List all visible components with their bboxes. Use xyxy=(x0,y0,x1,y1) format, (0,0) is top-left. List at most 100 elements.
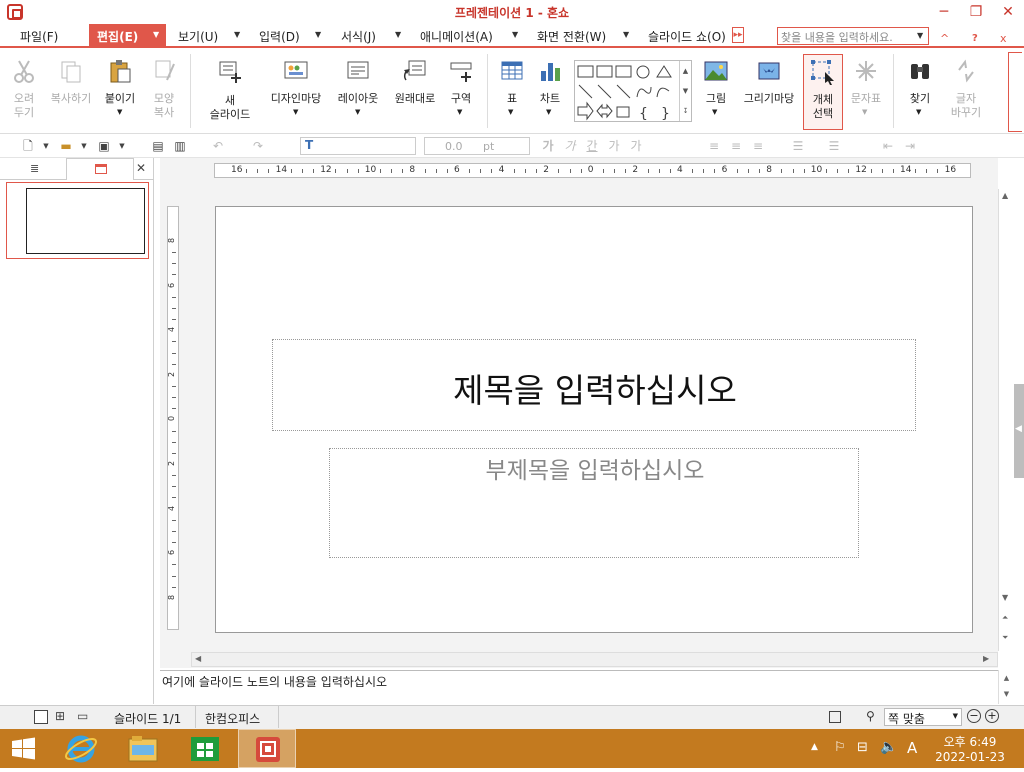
presentation-app-icon[interactable] xyxy=(238,729,296,768)
zoom-icon[interactable]: ⚲ xyxy=(866,709,875,723)
open-folder-icon[interactable]: ▬ xyxy=(58,138,74,154)
subtitle-placeholder[interactable]: 부제목을 입력하십시오 xyxy=(329,448,859,558)
clock-date[interactable]: 2022-01-23 xyxy=(930,750,1010,764)
copy-button[interactable]: 복사하기 xyxy=(46,48,96,134)
start-button[interactable] xyxy=(0,729,46,768)
align-center-icon[interactable]: ≡ xyxy=(728,138,744,154)
slide-sorter-icon[interactable]: ⊞ xyxy=(55,709,65,723)
scroll-down-icon[interactable]: ▼ xyxy=(1002,593,1008,602)
file-explorer-icon[interactable] xyxy=(120,729,166,768)
font-size-input[interactable]: 0.0 pt xyxy=(424,137,530,155)
collapse-ribbon-icon[interactable]: ^ xyxy=(940,32,949,45)
bold-icon[interactable]: 가 xyxy=(540,138,556,154)
cut-button[interactable]: 오려 두기 xyxy=(2,48,46,134)
app-icon[interactable] xyxy=(7,4,23,20)
close-button[interactable]: ✕ xyxy=(992,0,1024,24)
slideshow-view-icon[interactable]: ▭ xyxy=(77,709,88,723)
chevron-down-icon[interactable]: ▼ xyxy=(38,138,54,154)
outline-tab-icon[interactable]: ≣ xyxy=(30,162,44,175)
chevron-down-icon[interactable]: ▼ xyxy=(395,30,401,39)
paste-button[interactable]: 붙이기 ▼ xyxy=(98,48,142,134)
ribbon-more[interactable] xyxy=(1008,52,1022,132)
store-icon[interactable] xyxy=(182,729,228,768)
shapes-scroll[interactable]: ▲ ▼ ↧ xyxy=(679,61,691,121)
scroll-right-icon[interactable]: ▶ xyxy=(983,654,989,663)
picture-button[interactable]: 그림 ▼ xyxy=(698,48,734,134)
save-icon[interactable]: ▣ xyxy=(96,138,112,154)
bullets-icon[interactable]: ☰ xyxy=(826,138,842,154)
chevron-down-icon[interactable]: ▼ xyxy=(234,30,240,39)
normal-view-icon[interactable] xyxy=(34,710,48,724)
slides-tab[interactable] xyxy=(66,158,134,180)
menu-animation[interactable]: 애니메이션(A) xyxy=(420,28,493,45)
chevron-down-icon[interactable]: ▼ xyxy=(114,138,130,154)
zoom-select[interactable]: 쪽 맞춤 ▼ xyxy=(884,708,962,726)
side-panel-toggle[interactable]: ◀ xyxy=(1014,384,1024,478)
scroll-left-icon[interactable]: ◀ xyxy=(195,654,201,663)
menu-edit[interactable]: 편집(E) ▼ xyxy=(89,24,166,48)
chevron-down-icon[interactable]: ▼ xyxy=(76,138,92,154)
undo-icon[interactable]: ↶ xyxy=(210,138,226,154)
volume-icon[interactable]: 🔈 xyxy=(880,739,897,755)
notes-pane[interactable]: 여기에 슬라이드 노트의 내용을 입력하십시오 xyxy=(160,670,998,704)
close-document-icon[interactable]: x xyxy=(1000,32,1007,45)
align-right-icon[interactable]: ≡ xyxy=(750,138,766,154)
menu-view[interactable]: 보기(U) xyxy=(178,28,218,45)
numbering-icon[interactable]: ☰ xyxy=(790,138,806,154)
zoom-out-icon[interactable]: − xyxy=(967,709,981,723)
notes-scrollbar[interactable]: ▲ ▼ xyxy=(998,670,1014,704)
fit-window-icon[interactable] xyxy=(829,711,841,723)
menu-transition[interactable]: 화면 전환(W) xyxy=(537,28,606,45)
chevron-down-icon[interactable]: ▼ xyxy=(623,30,629,39)
format-copy-button[interactable]: 모양 복사 xyxy=(142,48,186,134)
drawing-button[interactable]: 그리기마당 xyxy=(736,48,802,134)
menu-slideshow[interactable]: 슬라이드 쇼(O) xyxy=(648,28,726,45)
print-preview-icon[interactable]: ▥ xyxy=(172,138,188,154)
slide-thumbnail[interactable] xyxy=(6,182,149,259)
ime-indicator[interactable]: A xyxy=(907,739,917,757)
underline-icon[interactable]: 간 xyxy=(584,138,600,154)
help-icon[interactable]: ? xyxy=(972,33,978,44)
next-slide-icon[interactable]: ⏷ xyxy=(1002,633,1008,643)
font-name-select[interactable]: T xyxy=(300,137,416,155)
chevron-down-icon[interactable]: ▼ xyxy=(315,30,321,39)
scroll-up-icon[interactable]: ▲ xyxy=(1002,191,1008,200)
redo-icon[interactable]: ↷ xyxy=(250,138,266,154)
replace-button[interactable]: 글자 바꾸기 xyxy=(944,48,988,134)
restore-button[interactable]: ❐ xyxy=(960,0,992,24)
show-hidden-icons[interactable]: ▲ xyxy=(811,742,818,752)
section-button[interactable]: 구역 ▼ xyxy=(444,48,478,134)
strikethrough-icon[interactable]: 가 xyxy=(606,138,622,154)
search-dropdown-icon[interactable]: ▼ xyxy=(917,31,923,40)
horizontal-scrollbar[interactable]: ◀ ▶ xyxy=(191,652,998,667)
internet-explorer-icon[interactable] xyxy=(58,729,104,768)
action-center-flag-icon[interactable]: ⚐ xyxy=(834,740,846,755)
network-icon[interactable]: ⊟ xyxy=(857,740,868,755)
zoom-in-icon[interactable]: + xyxy=(985,709,999,723)
close-panel-icon[interactable]: ✕ xyxy=(136,161,146,175)
decrease-indent-icon[interactable]: ⇤ xyxy=(880,138,896,154)
search-input[interactable]: 찾을 내용을 입력하세요. xyxy=(777,27,929,45)
table-button[interactable]: 표 ▼ xyxy=(494,48,530,134)
menu-file[interactable]: 파일(F) xyxy=(20,28,58,45)
layout-button[interactable]: 레이아웃 ▼ xyxy=(330,48,386,134)
superscript-icon[interactable]: 가 xyxy=(628,138,644,154)
reset-button[interactable]: 원래대로 xyxy=(388,48,442,134)
italic-icon[interactable]: 가 xyxy=(562,138,578,154)
design-button[interactable]: 디자인마당 ▼ xyxy=(264,48,328,134)
chevron-down-icon[interactable]: ▼ xyxy=(512,30,518,39)
character-table-button[interactable]: 문자표 ▼ xyxy=(846,48,886,134)
chart-button[interactable]: 차트 ▼ xyxy=(532,48,568,134)
menu-format[interactable]: 서식(J) xyxy=(341,28,376,45)
vertical-scrollbar[interactable]: ▲ ▼ ⏶ ⏷ xyxy=(998,189,1014,651)
new-slide-button[interactable]: 새 슬라이드 xyxy=(200,48,260,134)
increase-indent-icon[interactable]: ⇥ xyxy=(902,138,918,154)
shapes-gallery[interactable]: { } ▲ ▼ ↧ xyxy=(574,60,692,122)
minimize-button[interactable]: ─ xyxy=(928,0,960,24)
more-menus-icon[interactable]: ▸▸ xyxy=(732,27,744,43)
print-icon[interactable]: ▤ xyxy=(150,138,166,154)
title-placeholder[interactable]: 제목을 입력하십시오 xyxy=(272,339,916,431)
select-object-button[interactable]: 개체 선택 xyxy=(803,54,843,130)
previous-slide-icon[interactable]: ⏶ xyxy=(1002,613,1008,623)
align-left-icon[interactable]: ≡ xyxy=(706,138,722,154)
